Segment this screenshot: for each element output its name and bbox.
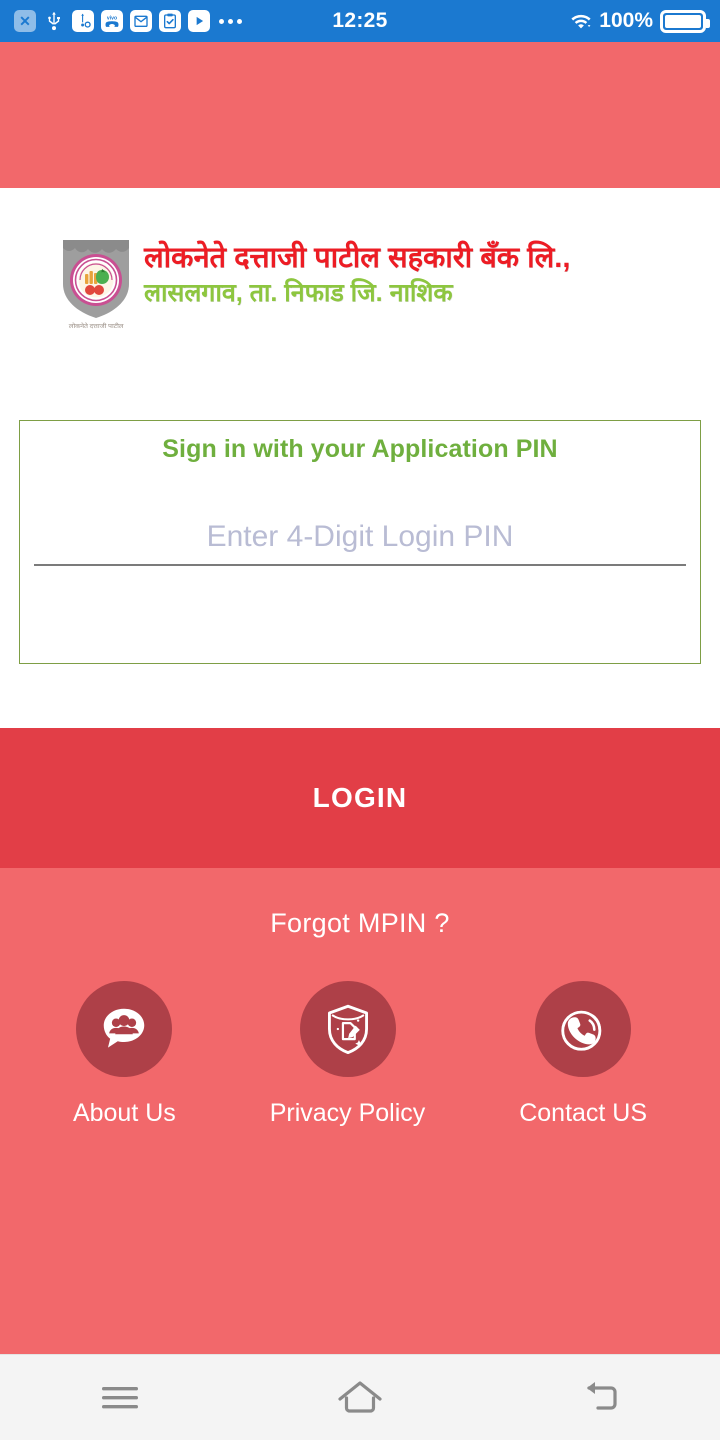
battery-icon (660, 9, 710, 33)
bank-crest: लोकनेते दत्ताजी पाटील (58, 236, 134, 331)
quick-link-privacy-policy[interactable]: Privacy Policy (269, 981, 426, 1128)
status-bar: ✕ vivo 12:25 100% (0, 0, 720, 42)
signin-card: Sign in with your Application PIN (19, 420, 701, 664)
quick-link-label: About Us (72, 1099, 176, 1127)
quick-link-label: Contact US (519, 1099, 648, 1127)
signin-card-title: Sign in with your Application PIN (162, 435, 558, 463)
checklist-icon (159, 10, 181, 32)
main-white-area: लोकनेते दत्ताजी पाटील लोकनेते दत्ताजी पा… (0, 188, 720, 728)
bank-name-line-1: लोकनेते दत्ताजी पाटील सहकारी बँक लि., (144, 242, 571, 274)
mail-icon (130, 10, 152, 32)
usb-debug-icon (72, 10, 94, 32)
app-root: ✕ vivo 12:25 100% लोकनेते दत्ताजी पाटील … (0, 0, 720, 1440)
quick-link-contact-us[interactable]: Contact US (519, 981, 647, 1128)
people-chat-icon (104, 1008, 145, 1048)
shield-document-icon (327, 1004, 368, 1055)
bank-name-line-2: लासलगाव, ता. निफाड जि. नाशिक (144, 279, 453, 308)
pin-field-wrapper (34, 464, 686, 566)
top-banner (0, 42, 720, 188)
quick-link-about-us[interactable]: About Us (73, 981, 176, 1128)
lower-panel: Forgot MPIN ? About Us Privacy Policy Co… (0, 868, 720, 1354)
battery-percent-label: 100% (599, 9, 653, 32)
back-button[interactable] (545, 1355, 655, 1440)
bank-logo-row: लोकनेते दत्ताजी पाटील लोकनेते दत्ताजी पा… (0, 188, 720, 331)
vivo-logo-icon: vivo (101, 10, 123, 32)
contact-us-circle (535, 981, 632, 1077)
home-button[interactable] (305, 1355, 415, 1440)
phone-call-icon (561, 1010, 602, 1051)
quick-links-row: About Us Privacy Policy Contact US (0, 981, 720, 1128)
play-icon (188, 10, 210, 32)
home-icon (338, 1380, 382, 1413)
x-badge-icon: ✕ (14, 10, 36, 32)
svg-text:vivo: vivo (107, 16, 117, 22)
about-us-circle (76, 981, 173, 1077)
crest-caption: लोकनेते दत्ताजी पाटील (68, 323, 124, 330)
crest-shield-icon (63, 240, 134, 318)
recents-button[interactable] (65, 1355, 175, 1440)
status-bar-right-icons: 100% (570, 9, 710, 33)
android-nav-bar (0, 1354, 720, 1440)
back-arrow-icon (587, 1381, 617, 1410)
status-bar-left-icons: ✕ vivo (14, 10, 242, 32)
bank-name-block: लोकनेते दत्ताजी पाटील सहकारी बँक लि., ला… (144, 236, 570, 308)
usb-icon (43, 10, 65, 32)
quick-link-label: Privacy Policy (269, 1099, 426, 1127)
forgot-mpin-link[interactable]: Forgot MPIN ? (270, 908, 449, 939)
wifi-icon (570, 10, 592, 32)
pin-input[interactable] (34, 520, 686, 566)
privacy-policy-circle (299, 981, 396, 1077)
login-button[interactable]: LOGIN (0, 728, 720, 868)
overflow-dots-icon (219, 18, 242, 24)
menu-icon (102, 1386, 138, 1408)
